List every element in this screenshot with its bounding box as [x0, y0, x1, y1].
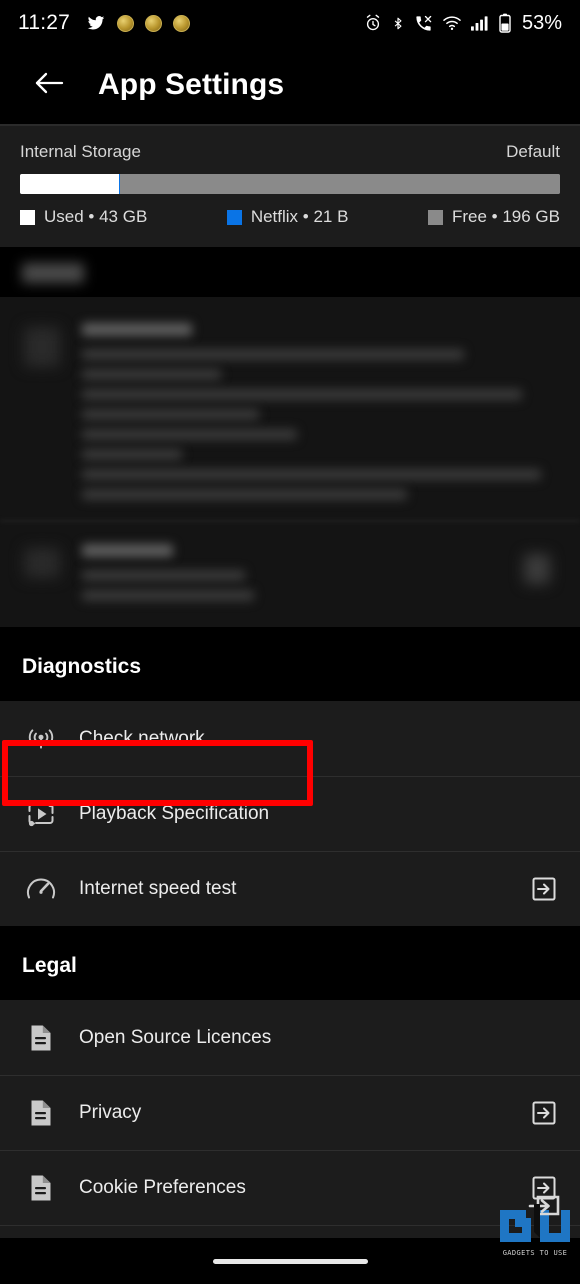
back-button[interactable] [30, 66, 68, 104]
list-item-open-source-licences[interactable]: Open Source Licences [0, 1000, 580, 1075]
list-item-label: Cookie Preferences [79, 1177, 246, 1198]
legend-label-used: Used • 43 GB [44, 207, 148, 226]
document-icon [20, 1023, 62, 1053]
watermark-label: GADGETS TO USE [502, 1249, 568, 1257]
alarm-icon [364, 14, 382, 32]
about-row-trailing-icon-blurred [524, 554, 550, 584]
coin-icon [173, 14, 190, 32]
list-item-privacy[interactable]: Privacy [0, 1075, 580, 1150]
internal-storage-card: Internal Storage Default Used • 43 GB Ne… [0, 126, 580, 247]
about-row-blurred[interactable] [0, 522, 580, 611]
storage-legend: Used • 43 GB Netflix • 21 B Free • 196 G… [20, 207, 560, 227]
list-item-label: Check network [79, 727, 205, 749]
about-section-redacted [0, 263, 580, 627]
arrow-left-icon [34, 70, 64, 101]
document-icon [20, 1173, 62, 1203]
app-bar: App Settings [0, 46, 580, 124]
section-title-legal: Legal [0, 926, 580, 1000]
phone-screen: 11:27 53% App Settings Internal Storage … [0, 0, 580, 1284]
twitter-icon [86, 14, 106, 32]
list-item-check-network[interactable]: Check network [0, 701, 580, 776]
legend-item-used: Used • 43 GB [20, 207, 147, 227]
about-row-text-blurred [82, 323, 580, 500]
page-title: App Settings [98, 68, 285, 101]
diagnostics-list: Check network Playback Specification Int… [0, 701, 580, 926]
storage-default-value: Default [506, 142, 560, 161]
section-title-diagnostics: Diagnostics [0, 627, 580, 701]
watermark-gadgets-to-use: GADGETS TO USE [496, 1194, 574, 1257]
list-item-label: Playback Specification [79, 803, 270, 824]
bluetooth-icon [391, 14, 405, 33]
list-item-playback-specification[interactable]: Playback Specification [0, 776, 580, 851]
list-item-label: Privacy [79, 1102, 142, 1123]
coin-icon [145, 14, 162, 32]
legend-label-free: Free • 196 GB [451, 207, 560, 226]
about-card-blurred [0, 297, 580, 627]
document-icon [20, 1098, 62, 1128]
list-item-label: Internet speed test [79, 878, 237, 899]
about-section-title-blurred [22, 263, 84, 283]
home-gesture-pill[interactable] [212, 1258, 368, 1264]
system-nav-bar [0, 1238, 580, 1284]
list-item-cookie-preferences[interactable]: Cookie Preferences [0, 1150, 580, 1225]
storage-usage-bar [20, 174, 560, 194]
about-row-icon-blurred [24, 327, 60, 367]
call-mute-icon [414, 14, 433, 33]
legend-swatch-free [427, 209, 443, 225]
about-row-blurred[interactable] [0, 313, 580, 510]
storage-header: Internal Storage Default [20, 142, 560, 162]
storage-segment-used [20, 174, 119, 194]
broadcast-signal-icon [20, 724, 62, 754]
legend-item-netflix: Netflix • 21 B [226, 207, 349, 227]
speedometer-icon [20, 874, 62, 904]
status-bar-clock: 11:27 [18, 11, 70, 34]
legend-swatch-netflix [226, 209, 242, 225]
about-row-icon-blurred [24, 548, 60, 578]
playback-spec-icon [20, 798, 62, 830]
status-bar-notification-icons [86, 14, 190, 32]
open-external-icon[interactable] [530, 1099, 558, 1127]
battery-percent-label: 53% [521, 11, 562, 34]
legend-item-free: Free • 196 GB [427, 207, 560, 227]
status-bar: 11:27 53% [0, 0, 580, 46]
open-external-icon[interactable] [530, 875, 558, 903]
list-item-label: Open Source Licences [79, 1026, 272, 1048]
legend-swatch-used [20, 209, 35, 225]
storage-segment-free [119, 174, 560, 194]
status-bar-system-icons: 53% [364, 12, 562, 35]
coin-icon [117, 14, 134, 32]
wifi-icon [442, 15, 462, 31]
storage-label: Internal Storage [20, 142, 141, 161]
legend-label-netflix: Netflix • 21 B [250, 207, 349, 226]
battery-icon [499, 13, 511, 33]
list-item-internet-speed-test[interactable]: Internet speed test [0, 851, 580, 926]
cellular-signal-icon [470, 15, 490, 31]
about-row-text-blurred [82, 544, 580, 601]
